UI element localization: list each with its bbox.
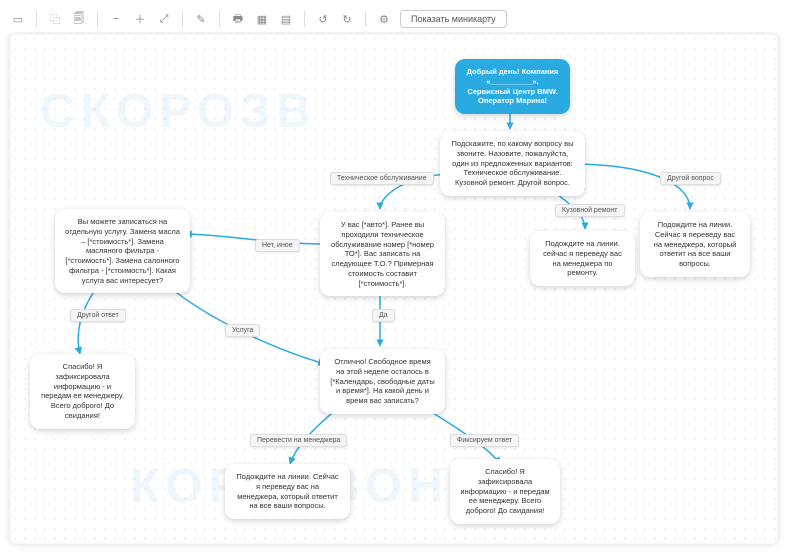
node-services[interactable]: Вы можете записаться на отдельную услугу… (55, 209, 190, 293)
edge-label-service: Услуга (225, 324, 260, 337)
edge-label-to-mgr: Перевести на менеджера (250, 434, 347, 447)
edge-label-other-ans: Другой ответ (70, 309, 126, 322)
edit-icon[interactable]: ✎ (191, 9, 211, 29)
node-thanks2[interactable]: Спасибо! Я зафиксировала информацию - и … (450, 459, 560, 524)
copy-icon[interactable]: ⿻ (45, 9, 65, 29)
edge-label-body: Кузовной ремонт (555, 204, 625, 217)
edge-label-yes: Да (372, 309, 395, 322)
toolbar: ▭ ⿻ 🗐 − ＋ ⤢ ✎ 🖶 ▦ ▤ ↺ ↻ ⚙ Показать миник… (0, 6, 788, 32)
layout2-icon[interactable]: ▤ (276, 9, 296, 29)
diagram-canvas[interactable]: СКОРОЗВ КОРОЗВОН (10, 34, 778, 544)
node-body-repair[interactable]: Подождите на линии. сейчас я переведу ва… (530, 231, 635, 286)
node-thanks[interactable]: Спасибо! Я зафиксировала информацию - и … (30, 354, 135, 429)
node-schedule[interactable]: Отлично! Свободное время на этой неделе … (320, 349, 445, 414)
show-minimap-button[interactable]: Показать миникарту (400, 10, 507, 28)
node-root[interactable]: Добрый день! Компания «__________». Серв… (455, 59, 570, 114)
edge-label-no-other: Нет, иное (255, 239, 300, 252)
zoom-out-icon[interactable]: − (106, 9, 126, 29)
edge-label-other: Другой вопрос (660, 172, 721, 185)
node-other-question[interactable]: Подождите на линии. Сейчас я переведу ва… (640, 212, 750, 277)
undo-icon[interactable]: ↺ (313, 9, 333, 29)
zoom-in-icon[interactable]: ＋ (130, 9, 150, 29)
paste-icon[interactable]: 🗐 (69, 9, 89, 29)
layout-icon[interactable]: ▦ (252, 9, 272, 29)
node-question[interactable]: Подскажите, по какому вопросу вы звоните… (440, 131, 585, 196)
node-to[interactable]: У вас [*авто*]. Ранее вы проходили техни… (320, 212, 445, 296)
node-to-manager[interactable]: Подождите на линии. Сейчас я переведу ва… (225, 464, 350, 519)
edge-label-tech: Техническое обслуживание (330, 172, 434, 185)
tool-icon[interactable]: ▭ (8, 9, 28, 29)
fit-icon[interactable]: ⤢ (154, 9, 174, 29)
settings-icon[interactable]: ⚙ (374, 9, 394, 29)
print-icon[interactable]: 🖶 (228, 9, 248, 29)
edge-label-fix-ans: Фиксируем ответ (450, 434, 519, 447)
redo-icon[interactable]: ↻ (337, 9, 357, 29)
